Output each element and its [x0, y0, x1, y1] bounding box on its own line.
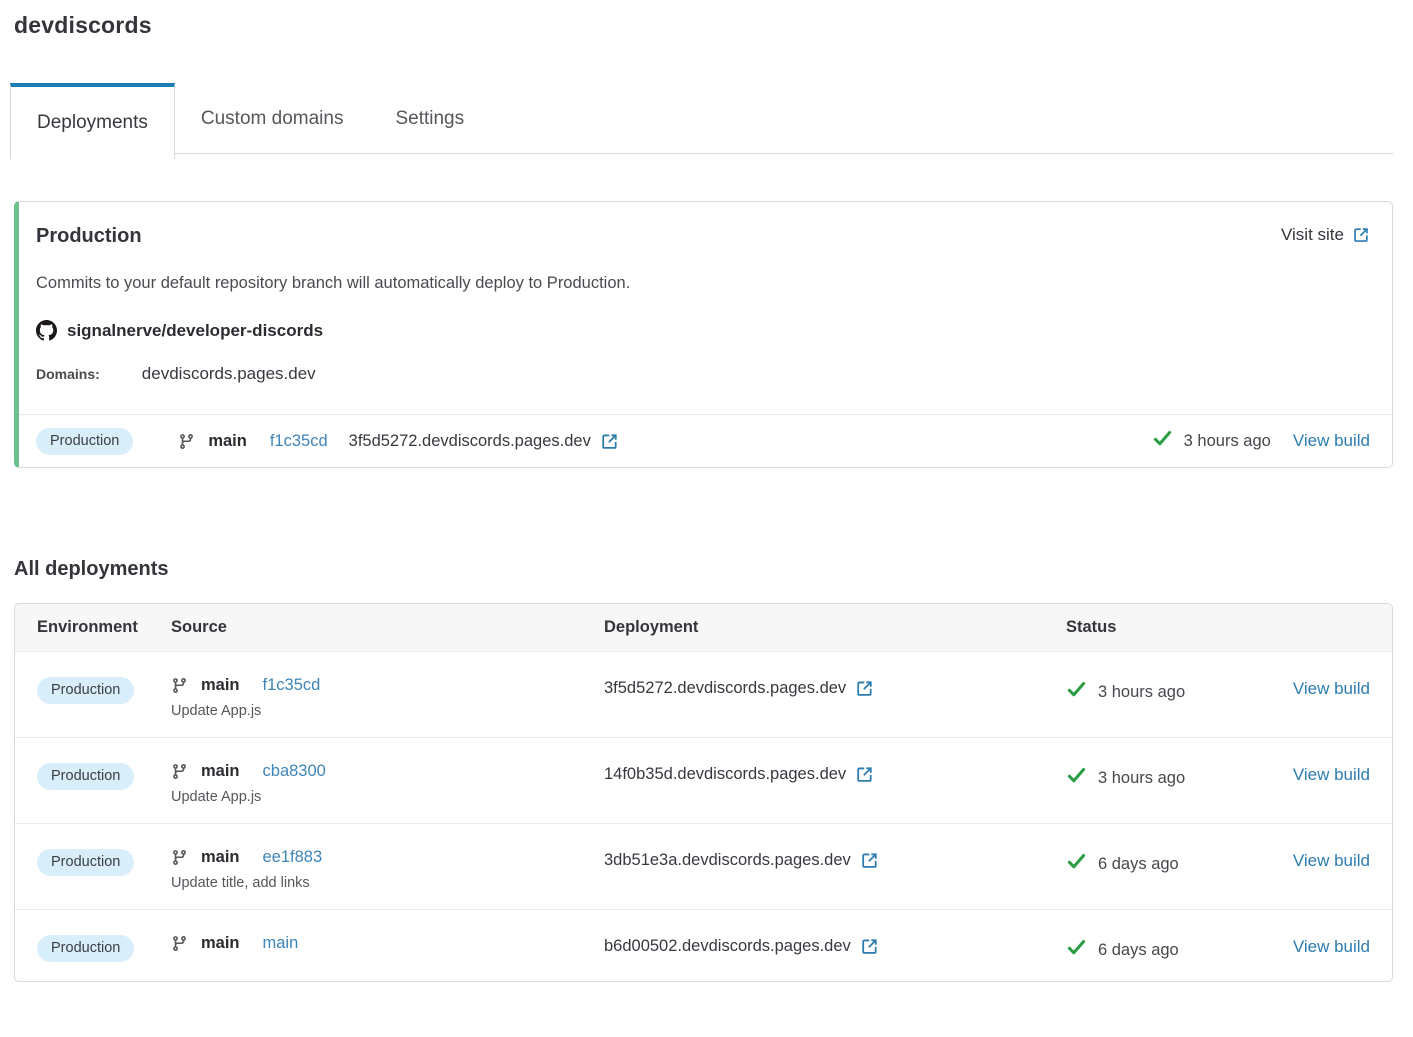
github-icon	[36, 320, 57, 341]
deployment-url: 3db51e3a.devdiscords.pages.dev	[604, 851, 851, 870]
deployment-url: 3f5d5272.devdiscords.pages.dev	[349, 432, 591, 451]
commit-link[interactable]: ee1f883	[263, 848, 323, 867]
table-row: Production main cba8300 Update App.js 14…	[15, 738, 1392, 824]
git-branch-icon	[171, 935, 188, 952]
branch-name: main	[201, 676, 240, 695]
status-time: 3 hours ago	[1098, 683, 1185, 702]
git-branch-icon	[171, 677, 188, 694]
environment-badge: Production	[37, 763, 134, 790]
branch-name: main	[208, 432, 247, 451]
git-branch-icon	[178, 433, 195, 450]
view-build-link[interactable]: View build	[1293, 765, 1370, 784]
environment-badge: Production	[37, 849, 134, 876]
tab-deployments-label: Deployments	[37, 112, 148, 134]
domains-row: Domains: devdiscords.pages.dev	[36, 364, 1370, 384]
deployment-url: b6d00502.devdiscords.pages.dev	[604, 937, 851, 956]
commit-link[interactable]: main	[263, 934, 299, 953]
view-build-link[interactable]: View build	[1293, 937, 1370, 956]
environment-badge: Production	[37, 935, 134, 962]
commit-message: Update App.js	[171, 789, 604, 805]
domains-value: devdiscords.pages.dev	[142, 364, 316, 384]
table-header-row: Environment Source Deployment Status	[15, 604, 1392, 652]
check-icon	[1066, 937, 1087, 963]
pages-project-page: devdiscords Deployments Custom domains S…	[0, 0, 1413, 982]
external-link-icon[interactable]	[855, 765, 874, 784]
tab-custom-domains[interactable]: Custom domains	[175, 83, 370, 154]
page-title: devdiscords	[14, 12, 1393, 39]
repo-row: signalnerve/developer-discords	[36, 320, 1370, 341]
check-icon	[1152, 428, 1173, 454]
git-branch-icon	[171, 849, 188, 866]
production-deployment-row: Production main f1c35cd 3f5d5272.devdisc…	[19, 414, 1392, 467]
production-description: Commits to your default repository branc…	[36, 274, 1370, 293]
environment-badge: Production	[36, 428, 133, 455]
production-card-title: Production	[36, 225, 142, 248]
view-build-link[interactable]: View build	[1293, 679, 1370, 698]
status-time: 3 hours ago	[1184, 432, 1271, 451]
commit-link[interactable]: f1c35cd	[263, 676, 321, 695]
table-row: Production main ee1f883 Update title, ad…	[15, 824, 1392, 910]
tab-custom-domains-label: Custom domains	[201, 108, 344, 130]
commit-link[interactable]: cba8300	[263, 762, 326, 781]
deployment-url: 3f5d5272.devdiscords.pages.dev	[604, 679, 846, 698]
branch-name: main	[201, 934, 240, 953]
column-header-environment: Environment	[37, 618, 171, 637]
commit-message: Update App.js	[171, 703, 604, 719]
external-link-icon[interactable]	[860, 851, 879, 870]
status-time: 3 hours ago	[1098, 769, 1185, 788]
visit-site-link[interactable]: Visit site	[1281, 225, 1370, 245]
external-link-icon[interactable]	[600, 432, 619, 451]
tab-settings[interactable]: Settings	[369, 83, 490, 154]
status-time: 6 days ago	[1098, 855, 1179, 874]
column-header-deployment: Deployment	[604, 618, 1066, 637]
column-header-source: Source	[171, 618, 604, 637]
deployments-table: Environment Source Deployment Status Pro…	[14, 603, 1393, 982]
table-row: Production main main b6d00502.devdiscord…	[15, 910, 1392, 981]
external-link-icon[interactable]	[855, 679, 874, 698]
branch-name: main	[201, 848, 240, 867]
visit-site-label: Visit site	[1281, 225, 1344, 245]
environment-badge: Production	[37, 677, 134, 704]
domains-label: Domains:	[36, 366, 100, 382]
check-icon	[1066, 679, 1087, 705]
branch-name: main	[201, 762, 240, 781]
git-branch-icon	[171, 763, 188, 780]
check-icon	[1066, 765, 1087, 791]
repo-name: signalnerve/developer-discords	[67, 321, 323, 341]
all-deployments-title: All deployments	[14, 558, 1393, 581]
deployment-url: 14f0b35d.devdiscords.pages.dev	[604, 765, 846, 784]
production-card: Production Visit site Commits to your de…	[14, 201, 1393, 468]
status-time: 6 days ago	[1098, 941, 1179, 960]
table-row: Production main f1c35cd Update App.js 3f…	[15, 652, 1392, 738]
tab-bar: Deployments Custom domains Settings	[10, 83, 1393, 154]
tab-settings-label: Settings	[395, 108, 464, 130]
commit-message: Update title, add links	[171, 875, 604, 891]
external-link-icon	[1352, 226, 1370, 244]
tab-deployments[interactable]: Deployments	[10, 83, 175, 159]
external-link-icon[interactable]	[860, 937, 879, 956]
commit-link[interactable]: f1c35cd	[270, 432, 328, 451]
check-icon	[1066, 851, 1087, 877]
column-header-status: Status	[1066, 618, 1370, 637]
view-build-link[interactable]: View build	[1293, 851, 1370, 870]
view-build-link[interactable]: View build	[1293, 431, 1370, 451]
